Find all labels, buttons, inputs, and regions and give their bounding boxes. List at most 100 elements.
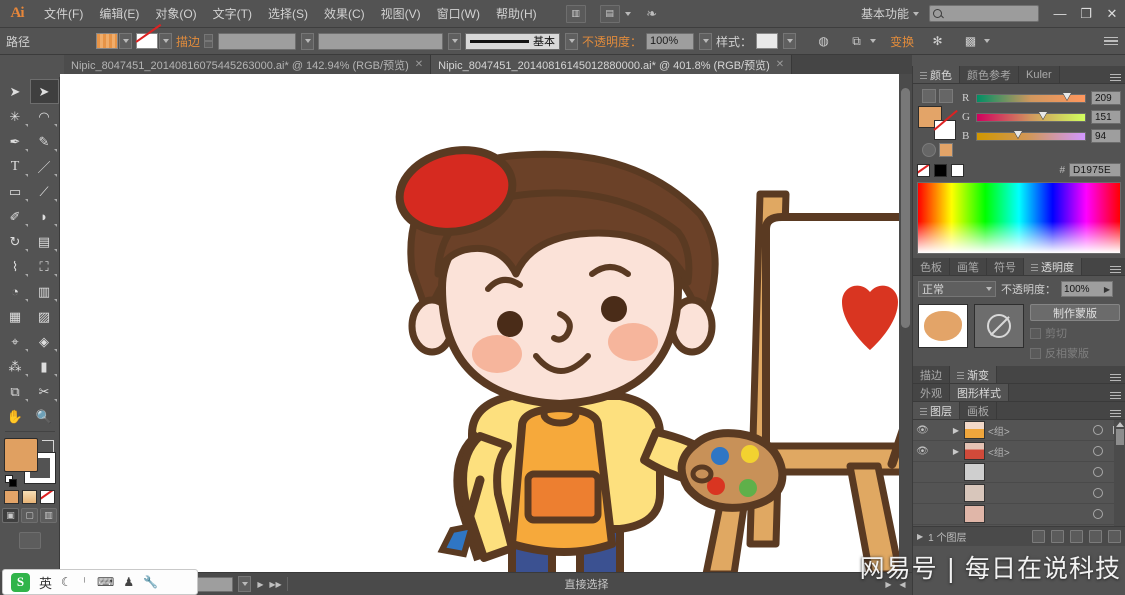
slider-b-track[interactable] — [976, 130, 1086, 141]
default-fill-stroke-icon[interactable] — [4, 475, 17, 487]
opacity-field[interactable]: 100% — [646, 32, 695, 50]
table-row[interactable]: 👁 ▶ <组> — [913, 441, 1125, 462]
search-input[interactable] — [929, 5, 1039, 22]
layer-list[interactable]: 👁 ▶ <组> 👁 ▶ <组> — [913, 420, 1125, 526]
tool-scale[interactable]: ▤ — [30, 229, 59, 254]
opacity-mask-icon[interactable]: ◍ — [814, 32, 833, 51]
isolate-icon[interactable]: ✻ — [928, 32, 947, 51]
user-icon[interactable]: ♟ — [123, 575, 134, 589]
slider-g-knob[interactable] — [1038, 111, 1047, 119]
tool-hand[interactable]: ✋ — [1, 404, 30, 429]
workspace-switcher[interactable]: 基本功能 — [855, 3, 925, 24]
tool-selection[interactable]: ➤ — [1, 79, 30, 104]
close-icon[interactable]: ✕ — [415, 59, 423, 70]
expand-chevron-right-icon[interactable]: ▶ — [951, 426, 961, 435]
status-prev-icon[interactable]: ◀ — [897, 579, 908, 590]
layers-panel-menu-icon[interactable] — [1105, 402, 1125, 419]
table-row[interactable] — [913, 483, 1125, 504]
tab-appearance[interactable]: 外观 — [913, 384, 950, 401]
close-icon[interactable]: ✕ — [776, 59, 784, 70]
stroke-color-control[interactable] — [136, 33, 173, 49]
transparency-opacity-field[interactable]: 100% ▶ — [1061, 281, 1113, 297]
target-indicator[interactable] — [1089, 488, 1106, 498]
close-button[interactable]: ✕ — [1099, 4, 1125, 24]
slider-g-value[interactable]: 151 — [1091, 110, 1121, 124]
document-tab-2[interactable]: Nipic_8047451_20140816145012880000.ai* @… — [431, 55, 793, 74]
tool-pencil[interactable]: ✐ — [1, 204, 30, 229]
new-sublayer-icon[interactable] — [1070, 530, 1083, 543]
layer-name[interactable]: <组> — [988, 444, 1086, 459]
fill-swatch[interactable] — [96, 33, 119, 49]
color-fill-stroke[interactable] — [918, 106, 956, 140]
visibility-eye-icon[interactable] — [915, 507, 930, 522]
table-row[interactable] — [913, 462, 1125, 483]
artboard-dropdown-icon[interactable] — [238, 576, 251, 592]
sogou-logo-icon[interactable]: S — [11, 572, 30, 592]
fill-indicator-icon[interactable] — [921, 89, 936, 103]
tool-rotate[interactable]: ↻ — [1, 229, 30, 254]
stroke-style-field[interactable] — [318, 32, 444, 50]
ime-mode-label[interactable]: 英 — [39, 573, 52, 592]
layer-name[interactable]: <组> — [988, 423, 1086, 438]
status-next-icon[interactable]: ▶ — [883, 579, 894, 590]
tool-slice[interactable]: ✂ — [30, 379, 59, 404]
tool-paintbrush[interactable]: ⟋ — [30, 179, 59, 204]
arrange-documents-chevron-down-icon[interactable] — [624, 11, 631, 16]
graphic-styles-panel-menu-icon[interactable] — [1105, 384, 1125, 401]
locate-object-icon[interactable] — [1032, 530, 1045, 543]
target-indicator[interactable] — [1089, 446, 1106, 456]
slider-r-knob[interactable] — [1063, 92, 1072, 100]
tool-blob-brush[interactable]: ◗ — [30, 204, 59, 229]
clip-checkbox[interactable] — [1030, 327, 1041, 339]
slider-g-track[interactable] — [976, 111, 1086, 122]
menu-item-edit[interactable]: 编辑(E) — [91, 1, 147, 26]
opacity-stepper-icon[interactable]: ▶ — [1104, 285, 1110, 294]
canvas-vertical-scrollbar[interactable] — [899, 74, 912, 572]
restore-button[interactable]: ❐ — [1073, 4, 1099, 24]
visibility-eye-icon[interactable]: 👁 — [915, 444, 930, 459]
minimize-button[interactable]: — — [1047, 4, 1073, 24]
stroke-swatch[interactable] — [136, 33, 159, 49]
arrange-documents-icon[interactable]: ▤ — [599, 4, 620, 23]
tool-gradient[interactable]: ▨ — [30, 304, 59, 329]
blend-mode-select[interactable]: 正常 — [918, 281, 996, 297]
tool-blend[interactable]: ◈ — [30, 329, 59, 354]
menu-item-file[interactable]: 文件(F) — [36, 1, 91, 26]
target-indicator[interactable] — [1089, 509, 1106, 519]
tool-column-graph[interactable]: ▥ — [30, 279, 59, 304]
none-swatch[interactable] — [917, 163, 930, 177]
stroke-style-dropdown-icon[interactable] — [448, 32, 462, 50]
voice-icon[interactable]: ᛌ — [81, 575, 88, 589]
tool-zoom[interactable]: 🔍 — [30, 404, 59, 429]
make-clipping-mask-icon[interactable] — [1051, 530, 1064, 543]
invert-mask-checkbox-row[interactable]: 反相蒙版 — [1030, 345, 1120, 361]
stroke-weight-dropdown-icon[interactable] — [301, 32, 315, 50]
table-row[interactable]: 👁 ▶ <组> — [913, 420, 1125, 441]
swap-fill-stroke-icon[interactable] — [41, 440, 54, 452]
stroke-indicator-icon[interactable] — [938, 89, 953, 103]
visibility-eye-icon[interactable] — [915, 486, 930, 501]
tab-layers[interactable]: 图层 — [913, 402, 960, 419]
tab-kuler[interactable]: Kuler — [1019, 66, 1060, 83]
menu-item-help[interactable]: 帮助(H) — [488, 1, 545, 26]
tool-free-transform[interactable]: ⛶ — [30, 254, 59, 279]
slider-b[interactable]: B 94 — [962, 129, 1121, 143]
tab-stroke[interactable]: 描边 — [913, 366, 950, 383]
layers-scrollbar-thumb[interactable] — [1115, 429, 1124, 445]
graphic-style-dropdown-icon[interactable] — [783, 33, 797, 49]
last-artboard-icon[interactable]: ▶▶ — [269, 579, 281, 590]
tool-magic-wand[interactable]: ✳ — [1, 104, 30, 129]
mask-thumbnail[interactable] — [974, 304, 1024, 348]
control-panel-menu-icon[interactable] — [1104, 35, 1118, 48]
stock-icon[interactable]: ❧ — [642, 5, 662, 23]
align-icon[interactable]: ⧉ — [847, 32, 866, 51]
recolor-artwork-icon[interactable]: ▩ — [961, 32, 980, 51]
delete-selection-icon[interactable] — [1108, 530, 1121, 543]
bridge-icon[interactable]: ▥ — [565, 4, 586, 23]
table-row[interactable] — [913, 504, 1125, 525]
gradient-panel-menu-icon[interactable] — [1105, 366, 1125, 383]
none-button[interactable] — [40, 490, 55, 504]
make-mask-button[interactable]: 制作蒙版 — [1030, 304, 1120, 321]
recolor-chevron-down-icon[interactable] — [984, 39, 991, 43]
last-color-icon[interactable] — [938, 143, 953, 157]
